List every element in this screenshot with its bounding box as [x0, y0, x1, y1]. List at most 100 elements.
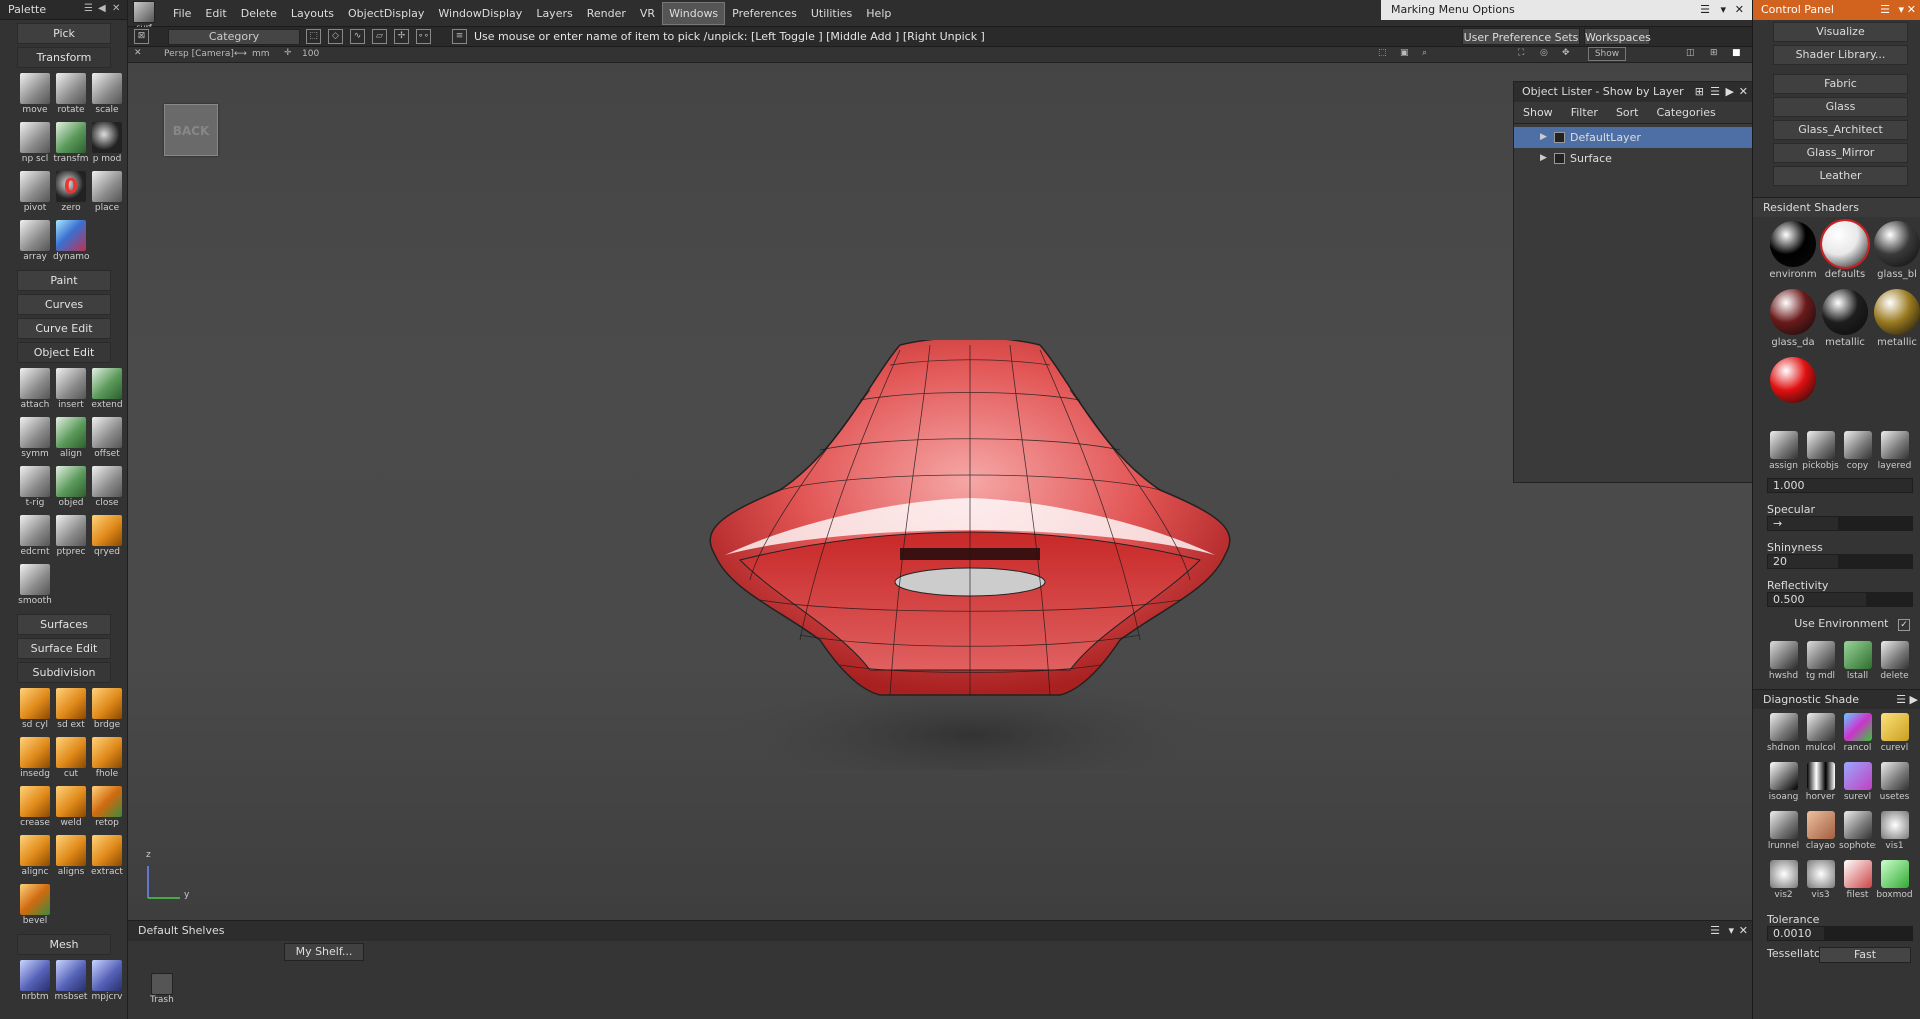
tool-attach[interactable]: attach — [17, 366, 53, 415]
tool-extend[interactable]: extend — [89, 366, 125, 415]
menu-layouts[interactable]: Layouts — [284, 0, 341, 27]
palette-close-icon[interactable]: ✕ — [112, 3, 120, 14]
object-edit-section[interactable]: Object Edit — [17, 342, 111, 363]
shelves-close-icon[interactable]: ✕ — [1739, 924, 1748, 937]
pick-point-icon[interactable]: ✢ — [394, 29, 409, 44]
cp-menu-icon[interactable]: ☰ — [1880, 3, 1890, 16]
show-button[interactable]: Show — [1588, 47, 1626, 61]
tool-isoang[interactable]: isoang — [1765, 758, 1802, 807]
tool-close[interactable]: close — [89, 464, 125, 513]
view-cam-icon[interactable]: ⬚ — [1378, 48, 1387, 58]
tool-crease[interactable]: crease — [17, 784, 53, 833]
mesh-section[interactable]: Mesh — [17, 934, 111, 955]
reflectivity-slider[interactable]: 0.500 — [1767, 592, 1913, 607]
tool-hwshd[interactable]: hwshd — [1765, 637, 1802, 686]
tool-insedg[interactable]: insedg — [17, 735, 53, 784]
tool-brdge[interactable]: brdge — [89, 686, 125, 735]
tool-mulcol[interactable]: mulcol — [1802, 709, 1839, 758]
tool-usetes[interactable]: usetes — [1876, 758, 1913, 807]
palette-collapse-icon[interactable]: ◀ — [98, 3, 106, 14]
category-select[interactable]: Category — [168, 29, 300, 45]
pick-button[interactable]: Pick — [17, 23, 111, 44]
view-layout3-icon[interactable]: ⊞ — [1710, 48, 1718, 58]
tool-rotate[interactable]: rotate — [53, 71, 89, 120]
tool-delete[interactable]: delete — [1876, 637, 1913, 686]
view-frame-icon[interactable]: ▣ — [1400, 48, 1409, 58]
mmo-chevron-icon[interactable]: ▾ — [1720, 0, 1726, 20]
tolerance-field[interactable]: 0.0010 — [1767, 926, 1913, 941]
pick-curve-icon[interactable]: ∿ — [350, 29, 365, 44]
menu-edit[interactable]: Edit — [198, 0, 233, 27]
shader-environm[interactable]: environm — [1767, 217, 1819, 285]
pick-cv-icon[interactable]: ◇ — [328, 29, 343, 44]
tool-align[interactable]: align — [53, 415, 89, 464]
diag-menu-icon[interactable]: ☰ — [1896, 693, 1906, 706]
layer-toggle-icon[interactable]: ⊠ — [134, 29, 149, 44]
tool-scale[interactable]: scale — [89, 71, 125, 120]
tool-mpjcrv[interactable]: mpjcrv — [89, 958, 125, 1007]
cp-close-icon[interactable]: ✕ — [1907, 3, 1916, 16]
tool-symm[interactable]: symm — [17, 415, 53, 464]
tool-weld[interactable]: weld — [53, 784, 89, 833]
tool-zero[interactable]: 0 zero — [53, 169, 89, 218]
tool-np-scl[interactable]: np scl — [17, 120, 53, 169]
tool-qryed[interactable]: qryed — [89, 513, 125, 562]
shinyness-slider[interactable]: 20 — [1767, 554, 1913, 569]
view-fit-icon[interactable]: ⛶ — [1518, 48, 1524, 58]
menu-objectdisplay[interactable]: ObjectDisplay — [341, 0, 431, 27]
tessellator-select[interactable]: Fast — [1819, 947, 1911, 963]
tool-shdnon[interactable]: shdnon — [1765, 709, 1802, 758]
tool-boxmod[interactable]: boxmod — [1876, 856, 1913, 905]
library-glass-architect[interactable]: Glass_Architect — [1773, 120, 1908, 140]
tool-ptprec[interactable]: ptprec — [53, 513, 89, 562]
pick-more-icon[interactable]: ∘∘ — [416, 29, 431, 44]
shelves-chevron-icon[interactable]: ▾ — [1728, 924, 1734, 937]
tool-t-rig[interactable]: t-rig — [17, 464, 53, 513]
marking-menu-options[interactable]: Marking Menu Options ☰ ▾ ✕ — [1381, 0, 1752, 20]
tool-bevel[interactable]: bevel — [17, 882, 53, 931]
expand-icon[interactable]: ▶ — [1540, 148, 1547, 169]
my-shelf-tab[interactable]: My Shelf... — [284, 943, 364, 961]
tool-surevl[interactable]: surevl — [1839, 758, 1876, 807]
view-zoom-icon[interactable]: ⌕ — [1422, 48, 1427, 58]
menu-file[interactable]: File — [166, 0, 198, 27]
surface-edit-button[interactable]: Surface Edit — [17, 638, 111, 659]
menu-delete[interactable]: Delete — [234, 0, 284, 27]
tool-pickobjs[interactable]: pickobjs — [1802, 427, 1839, 476]
specular-slider[interactable]: → — [1767, 516, 1913, 531]
view-layout-icon[interactable]: ◫ — [1686, 48, 1695, 58]
shader-glass-bl[interactable]: glass_bl — [1871, 217, 1920, 285]
mmo-menu-icon[interactable]: ☰ — [1700, 0, 1710, 20]
tool-sd-ext[interactable]: sd ext — [53, 686, 89, 735]
visualize-button[interactable]: Visualize — [1773, 22, 1908, 42]
use-environment-row[interactable]: Use Environment ✓ — [1753, 617, 1920, 631]
library-glass[interactable]: Glass — [1773, 97, 1908, 117]
prompt-icon[interactable]: ≡ — [452, 29, 467, 44]
menu-windowdisplay[interactable]: WindowDisplay — [431, 0, 529, 27]
tool-edcrnt[interactable]: edcrnt — [17, 513, 53, 562]
tool-assign[interactable]: assign — [1765, 427, 1802, 476]
tool-objed[interactable]: objed — [53, 464, 89, 513]
lister-menu-icon[interactable]: ⊞ — [1695, 85, 1704, 98]
tool-retop[interactable]: retop — [89, 784, 125, 833]
pick-object-icon[interactable]: ⬚ — [306, 29, 321, 44]
tool-dynamo[interactable]: dynamo — [53, 218, 89, 267]
curve-edit-button[interactable]: Curve Edit — [17, 318, 111, 339]
tool-extract[interactable]: extract — [89, 833, 125, 882]
paint-button[interactable]: Paint — [17, 270, 111, 291]
menu-render[interactable]: Render — [580, 0, 633, 27]
back-view-cube[interactable]: BACK — [164, 104, 218, 156]
tool-lstall[interactable]: lstall — [1839, 637, 1876, 686]
lister-row-surface[interactable]: ▶ Surface — [1514, 148, 1752, 169]
tool-copy[interactable]: copy — [1839, 427, 1876, 476]
tool-smooth[interactable]: smooth — [17, 562, 53, 611]
tool-transfm[interactable]: transfm — [53, 120, 89, 169]
cp-chevron-icon[interactable]: ▾ — [1898, 3, 1904, 16]
shader-defaults[interactable]: defaults — [1819, 217, 1871, 285]
tool-rancol[interactable]: rancol — [1839, 709, 1876, 758]
surfaces-button[interactable]: Surfaces — [17, 614, 111, 635]
trash-tool[interactable]: Trash — [150, 973, 174, 1005]
tool-horver[interactable]: horver — [1802, 758, 1839, 807]
lister-tab-show[interactable]: Show — [1514, 102, 1562, 124]
tool-msbset[interactable]: msbset — [53, 958, 89, 1007]
